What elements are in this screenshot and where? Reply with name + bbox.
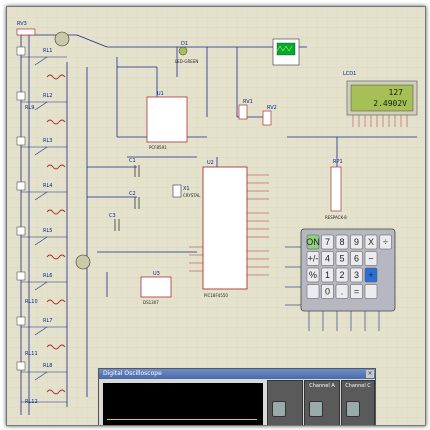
schematic-canvas[interactable]: RV3 RL1 RL2 RL3 RL4 RL5 RL6 RL7 RL8 RL9 … (6, 6, 426, 426)
keypad-key[interactable] (306, 284, 320, 299)
rv2-potentiometer[interactable] (262, 110, 272, 126)
keypad-key-label: 7 (325, 237, 330, 247)
keypad-key-label: . (341, 287, 344, 297)
rl3-label: RL3 (43, 138, 52, 144)
keypad-key-label: 5 (339, 254, 344, 264)
keypad-key[interactable] (364, 284, 378, 299)
oscilloscope-title: Digital Oscilloscope (99, 369, 375, 379)
u3-part-label: DS1307 (143, 300, 159, 305)
oscilloscope-window[interactable]: Digital Oscilloscope × Channel A Channel… (98, 368, 376, 425)
keypad-key-label: 1 (325, 270, 330, 280)
u1-part-label: PCF8591 (149, 145, 167, 150)
lamp-top-icon[interactable] (54, 31, 70, 47)
channel-trigger-panel[interactable] (267, 380, 303, 425)
x1-part-label: CRYSTAL (183, 193, 201, 198)
d1-label: D1 (181, 41, 188, 47)
u2-microcontroller[interactable] (202, 166, 248, 290)
rl11-label: RL11 (25, 351, 38, 357)
rl2-label: RL2 (43, 93, 52, 99)
u3-label: U3 (153, 271, 160, 277)
screenshot-frame: RV3 RL1 RL2 RL3 RL4 RL5 RL6 RL7 RL8 RL9 … (0, 0, 430, 430)
lamp-bottom-icon[interactable] (75, 254, 91, 270)
channel-a-label: Channel A (309, 383, 335, 389)
channel-c-label: Channel C (345, 383, 371, 389)
keypad-key-label: 8 (339, 237, 344, 247)
keypad-key-label: 6 (354, 254, 359, 264)
u1-label: U1 (157, 91, 164, 97)
keypad-key-label: X (368, 237, 374, 247)
keypad-key-label: 2 (339, 270, 344, 280)
rl10-label: RL10 (25, 299, 38, 305)
rl9-label: RL9 (25, 105, 34, 111)
channel-a-panel[interactable]: Channel A (304, 380, 340, 425)
channel-a-knob-icon[interactable] (309, 401, 323, 417)
lcd-line-2: 2.4902V (373, 99, 407, 108)
u2-label: U2 (207, 160, 214, 166)
d1-part-label: LED-GREEN (175, 59, 198, 64)
keypad-key-label: 3 (354, 270, 359, 280)
crystal-icon[interactable] (172, 184, 182, 198)
keypad-key-label: ON (306, 237, 320, 247)
rv3-label: RV3 (17, 21, 27, 27)
rv1-label: RV1 (243, 99, 253, 105)
rv3-potentiometer[interactable] (16, 28, 36, 36)
channel-c-knob-icon[interactable] (346, 401, 360, 417)
keypad-key-label: ÷ (383, 237, 388, 247)
c3-label: C3 (109, 213, 116, 219)
u1-chip[interactable] (146, 96, 188, 143)
led-green-icon[interactable] (178, 46, 188, 56)
trigger-knob-icon[interactable] (272, 401, 286, 417)
rp1-label: RP1 (333, 159, 343, 165)
keypad-key-label: 9 (354, 237, 359, 247)
c2-label: C2 (129, 191, 136, 197)
rl12-label: RL12 (25, 399, 38, 405)
rl1-label: RL1 (43, 48, 52, 54)
keypad-key-label: − (368, 254, 373, 264)
rl5-label: RL5 (43, 228, 52, 234)
rl4-label: RL4 (43, 183, 52, 189)
oscilloscope-screen (103, 383, 263, 425)
rp1-part-label: RESPACK-8 (325, 215, 347, 220)
rl7-label: RL7 (43, 318, 52, 324)
lcd-line-1: 127 (389, 88, 404, 97)
keypad-key-label: 4 (325, 254, 330, 264)
keypad-key-label: % (309, 270, 317, 280)
rv2-label: RV2 (267, 105, 277, 111)
schematic-drawing: RV3 RL1 RL2 RL3 RL4 RL5 RL6 RL7 RL8 RL9 … (7, 7, 425, 425)
rv1-potentiometer[interactable] (238, 104, 248, 120)
keypad-key-label: +/- (308, 254, 319, 264)
oscilloscope-close-button[interactable]: × (366, 370, 374, 378)
c1-label: C1 (129, 158, 136, 164)
lcd1-label: LCD1 (343, 71, 356, 77)
channel-c-panel[interactable]: Channel C (341, 380, 375, 425)
u3-rtc-chip[interactable] (140, 276, 172, 298)
oscilloscope-trace (107, 419, 257, 420)
keypad-key-label: + (368, 270, 373, 280)
rl8-label: RL8 (43, 363, 52, 369)
x1-label: X1 (183, 186, 190, 192)
rl6-label: RL6 (43, 273, 52, 279)
keypad-key-label: 0 (325, 287, 330, 297)
rp1-resistor-pack[interactable] (330, 166, 342, 212)
keypad-key-label: = (354, 287, 359, 297)
u2-part-label: PIC18F4550 (204, 293, 228, 298)
